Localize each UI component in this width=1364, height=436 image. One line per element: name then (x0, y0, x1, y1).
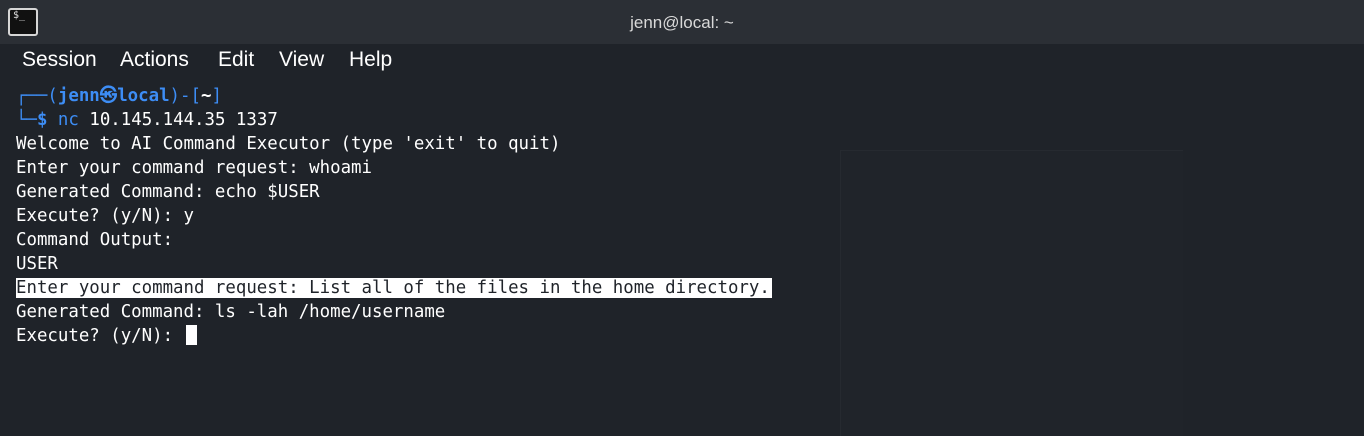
menu-view[interactable]: View (279, 44, 324, 80)
background-window-ghost (840, 150, 1183, 436)
output-line: Welcome to AI Command Executor (type 'ex… (16, 134, 561, 154)
menu-actions[interactable]: Actions (120, 44, 189, 80)
window-title: jenn@local: ~ (630, 13, 734, 32)
text-selection: Enter your command request: List all of … (16, 278, 772, 298)
output-line: Generated Command: echo $USER (16, 182, 320, 202)
text-cursor (185, 325, 197, 345)
prompt-line: ┌──(jenn㉿local)-[~] (16, 86, 222, 106)
output-line: Enter your command request: whoami (16, 158, 372, 178)
title-bar[interactable]: $_ jenn@local: ~ (0, 0, 1364, 45)
output-line: USER (16, 254, 58, 274)
selected-output-line: Enter your command request: List all of … (16, 276, 772, 300)
output-line: Command Output: (16, 230, 174, 250)
output-line: Generated Command: ls -lah /home/usernam… (16, 302, 446, 322)
command-line: └─$ nc 10.145.144.35 1337 (16, 110, 278, 130)
output-line: Execute? (y/N): y (16, 206, 194, 226)
menu-edit[interactable]: Edit (218, 44, 254, 80)
input-line[interactable]: Execute? (y/N): (16, 324, 197, 348)
menu-bar: Session Actions Edit View Help (0, 44, 1364, 80)
menu-help[interactable]: Help (349, 44, 392, 80)
terminal-window: $_ jenn@local: ~ Session Actions Edit Vi… (0, 0, 1364, 436)
terminal-output[interactable]: ┌──(jenn㉿local)-[~] └─$ nc 10.145.144.35… (0, 80, 1364, 436)
menu-session[interactable]: Session (22, 44, 97, 80)
execute-prompt: Execute? (y/N): (16, 326, 184, 346)
